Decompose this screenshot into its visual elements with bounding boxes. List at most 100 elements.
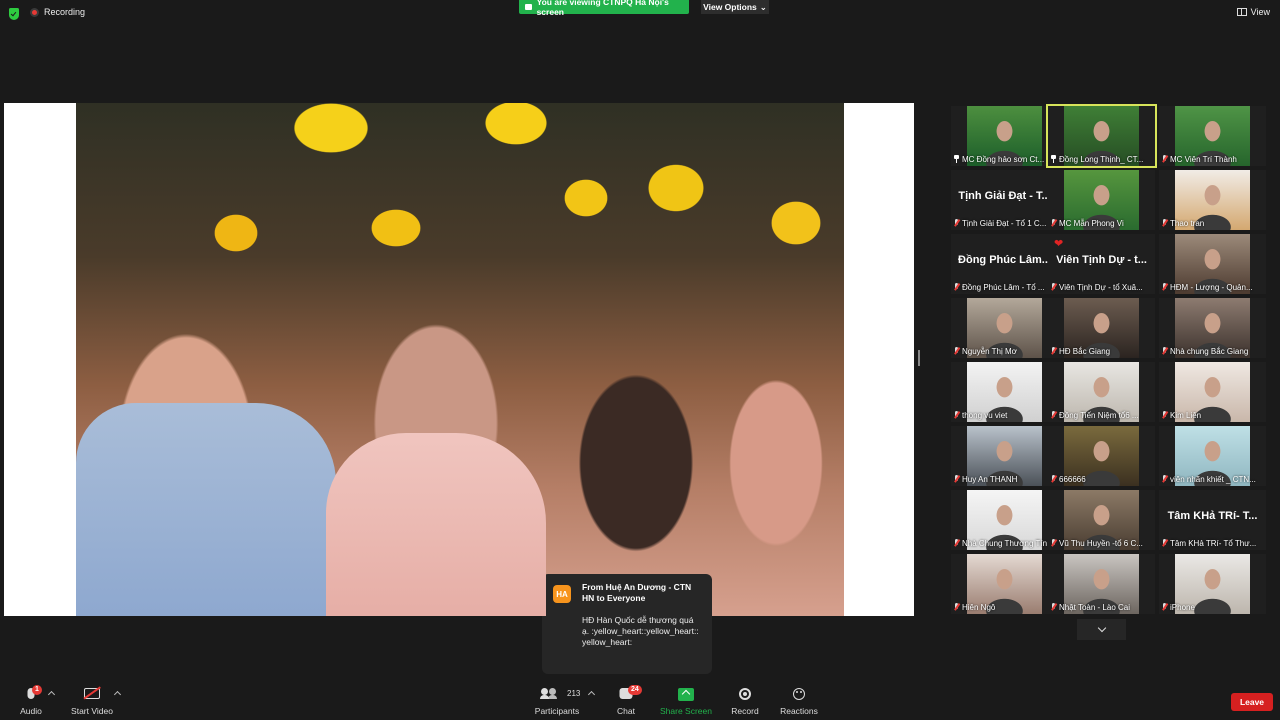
audio-options-caret[interactable] — [47, 690, 56, 699]
participant-tile[interactable]: iPhone — [1159, 554, 1266, 614]
smiley-icon — [793, 688, 805, 700]
share-screen-button[interactable]: Share Screen — [660, 680, 712, 720]
participant-label: Nhà Chung Thương Tín — [953, 537, 1056, 549]
leave-button[interactable]: Leave — [1231, 693, 1273, 711]
participant-name: Nhà Chung Thương Tín — [962, 538, 1048, 548]
chat-sender: From Huệ An Dương - CTN HN to Everyone — [582, 582, 692, 603]
muted-mic-icon — [953, 602, 960, 612]
audio-button[interactable]: 1 Audio — [16, 680, 46, 720]
participants-label: Participants — [534, 706, 580, 716]
participant-tile[interactable]: Đồng Tiến Niệm tổ6 ... — [1048, 362, 1155, 422]
participant-display-name: Đồng Phúc Lâm... — [958, 254, 1051, 266]
chat-label: Chat — [617, 706, 635, 716]
split-resize-handle[interactable] — [918, 350, 920, 366]
participant-tile[interactable]: viên nhãn khiết _ CTN... — [1159, 426, 1266, 486]
participant-name: MC Đồng hảo sơn Ct... — [962, 154, 1045, 164]
participant-name: Đồng Phúc Lâm - Tổ ... — [962, 282, 1045, 292]
participant-name: Nhật Toàn - Lào Cai — [1059, 602, 1131, 612]
meeting-toolbar: 1 Audio Start Video 213 Participants 24 … — [0, 680, 1280, 720]
recording-indicator[interactable]: Recording — [30, 7, 85, 17]
reactions-label: Reactions — [780, 706, 818, 716]
viewing-banner-label: You are viewing CTNPQ Hà Nội's screen — [536, 0, 669, 17]
view-label: View — [1250, 7, 1270, 17]
participant-label: MC Đồng hảo sơn Ct... — [953, 153, 1056, 165]
muted-mic-icon — [1161, 346, 1168, 356]
participant-tile[interactable]: Đồng Long Thịnh_ CT... — [1046, 104, 1157, 168]
participant-label: Thao tran — [1161, 217, 1264, 229]
participant-tile[interactable]: HĐ Bắc Giang — [1048, 298, 1155, 358]
participant-label: Đồng Long Thịnh_ CT... — [1050, 153, 1153, 165]
view-options-button[interactable]: View Options ⌄ — [701, 0, 769, 14]
participant-name: MC Viên Trí Thành — [1170, 154, 1237, 164]
recording-label: Recording — [44, 7, 86, 17]
participant-tile[interactable]: Kim Liên — [1159, 362, 1266, 422]
participant-label: thong vu viet — [953, 409, 1056, 421]
participant-name: Tâm KHả TRí- Tổ Thư... — [1170, 538, 1257, 548]
participant-tile[interactable]: Vũ Thu Huyền -tổ 6 C... — [1048, 490, 1155, 550]
participant-label: Tịnh Giải Đạt - Tổ 1 C... — [953, 217, 1056, 229]
participant-tile[interactable]: HĐM - Lượng - Quản... — [1159, 234, 1266, 294]
participant-tile[interactable]: Tâm KHả TRí- T... Tâm KHả TRí- Tổ Thư... — [1159, 490, 1266, 550]
participant-name: viên nhãn khiết _ CTN... — [1170, 474, 1256, 484]
start-video-label: Start Video — [71, 706, 113, 716]
participant-label: Nguyễn Thị Mơ — [953, 345, 1056, 357]
participant-tile[interactable]: Nhà chung Bắc Giang — [1159, 298, 1266, 358]
participant-label: MC Viên Trí Thành — [1161, 153, 1264, 165]
muted-mic-icon — [953, 282, 960, 292]
chat-button[interactable]: 24 Chat — [611, 680, 642, 720]
participant-tile[interactable]: Nhật Toàn - Lào Cai — [1048, 554, 1155, 614]
participant-tile[interactable]: Nhà Chung Thương Tín — [951, 490, 1058, 550]
start-video-button[interactable]: Start Video — [66, 680, 118, 720]
participant-label: HĐ Bắc Giang — [1050, 345, 1153, 357]
chevron-down-icon: ⌄ — [759, 1, 767, 12]
participant-tile[interactable]: MC Viên Trí Thành — [1159, 106, 1266, 166]
participants-options-caret[interactable] — [587, 690, 596, 699]
participant-tile[interactable]: 666666 — [1048, 426, 1155, 486]
chat-unread-badge: 24 — [628, 685, 642, 695]
participant-tile[interactable]: Nguyễn Thị Mơ — [951, 298, 1058, 358]
security-shield-icon[interactable] — [9, 8, 19, 20]
participant-name: Viên Tịnh Dự - tổ Xuâ... — [1059, 282, 1143, 292]
record-button[interactable]: Record — [728, 680, 762, 720]
participant-label: Tâm KHả TRí- Tổ Thư... — [1161, 537, 1264, 549]
participant-tile[interactable]: Hiên Ngô — [951, 554, 1058, 614]
participant-label: viên nhãn khiết _ CTN... — [1161, 473, 1264, 485]
participant-label: MC Mẫn Phong Vi — [1050, 217, 1153, 229]
muted-mic-icon — [953, 474, 960, 484]
participant-tile[interactable]: thong vu viet — [951, 362, 1058, 422]
participant-name: HĐM - Lượng - Quản... — [1170, 282, 1253, 292]
chat-notification[interactable]: HA From Huệ An Dương - CTN HN to Everyon… — [542, 574, 712, 674]
participant-label: Kim Liên — [1161, 409, 1264, 421]
participants-button[interactable]: 213 Participants — [532, 680, 582, 720]
reactions-button[interactable]: Reactions — [779, 680, 819, 720]
participant-tile[interactable]: Huy An THANH — [951, 426, 1058, 486]
participant-label: HĐM - Lượng - Quản... — [1161, 281, 1264, 293]
participant-tile[interactable]: MC Đồng hảo sơn Ct... — [951, 106, 1058, 166]
gallery-scroll-down-button[interactable] — [1077, 619, 1126, 640]
participant-tile[interactable]: Thao tran — [1159, 170, 1266, 230]
muted-mic-icon — [1050, 474, 1057, 484]
muted-mic-icon — [953, 346, 960, 356]
muted-mic-icon — [953, 218, 960, 228]
screen-share-icon — [525, 4, 532, 10]
participant-name: HĐ Bắc Giang — [1059, 346, 1111, 356]
muted-mic-icon — [953, 410, 960, 420]
participant-tile[interactable]: Tịnh Giải Đạt - T... Tịnh Giải Đạt - Tổ 1… — [951, 170, 1058, 230]
participant-tile[interactable]: MC Mẫn Phong Vi — [1048, 170, 1155, 230]
participant-tile[interactable]: Đồng Phúc Lâm... Đồng Phúc Lâm - Tổ ... — [951, 234, 1058, 294]
participant-display-name: Viên Tịnh Dự - t... — [1056, 254, 1147, 266]
participant-tile[interactable]: Viên Tịnh Dự - t... ❤ Viên Tịnh Dự - tổ Xu… — [1048, 234, 1155, 294]
view-button[interactable]: View — [1236, 7, 1270, 17]
participant-label: iPhone — [1161, 601, 1264, 613]
audio-label: Audio — [20, 706, 42, 716]
muted-mic-icon — [953, 538, 960, 548]
chevron-down-icon — [1097, 623, 1106, 633]
share-screen-icon — [678, 688, 694, 701]
participant-label: Viên Tịnh Dự - tổ Xuâ... — [1050, 281, 1153, 293]
viewing-screen-banner: You are viewing CTNPQ Hà Nội's screen — [519, 0, 689, 17]
muted-mic-icon — [1161, 538, 1168, 548]
muted-mic-icon — [1161, 474, 1168, 484]
muted-mic-icon — [1050, 538, 1057, 548]
view-options-label: View Options — [703, 2, 757, 12]
muted-mic-icon — [1050, 410, 1057, 420]
